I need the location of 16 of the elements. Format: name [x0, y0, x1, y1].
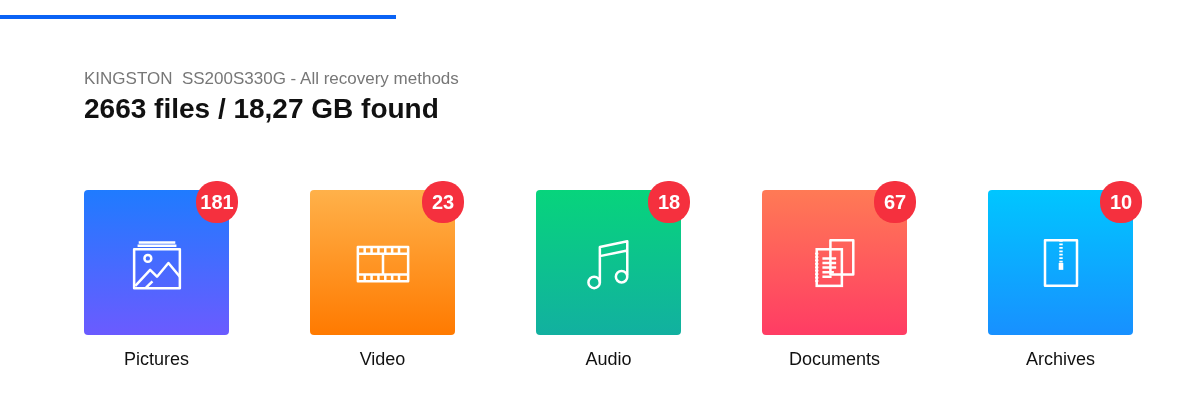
found-summary: 2663 files / 18,27 GB found: [84, 92, 440, 126]
category-label: Archives: [1026, 349, 1095, 370]
category-label: Video: [359, 349, 406, 370]
drive-name: KINGSTON SS200S330G - All recovery methods: [84, 68, 460, 90]
category-tile[interactable]: [762, 190, 907, 335]
count-badge: 23: [422, 181, 464, 223]
category-label: Audio: [585, 349, 632, 370]
count-badge: 67: [874, 181, 916, 223]
category-tile[interactable]: [310, 190, 455, 335]
count-badge: 10: [1100, 181, 1142, 223]
category-tile[interactable]: [536, 190, 681, 335]
count-badge: 18: [648, 181, 690, 223]
category-tile[interactable]: [988, 190, 1133, 335]
count-badge: 181: [196, 181, 238, 223]
category-label: Pictures: [124, 349, 189, 370]
category-label: Documents: [788, 349, 880, 370]
